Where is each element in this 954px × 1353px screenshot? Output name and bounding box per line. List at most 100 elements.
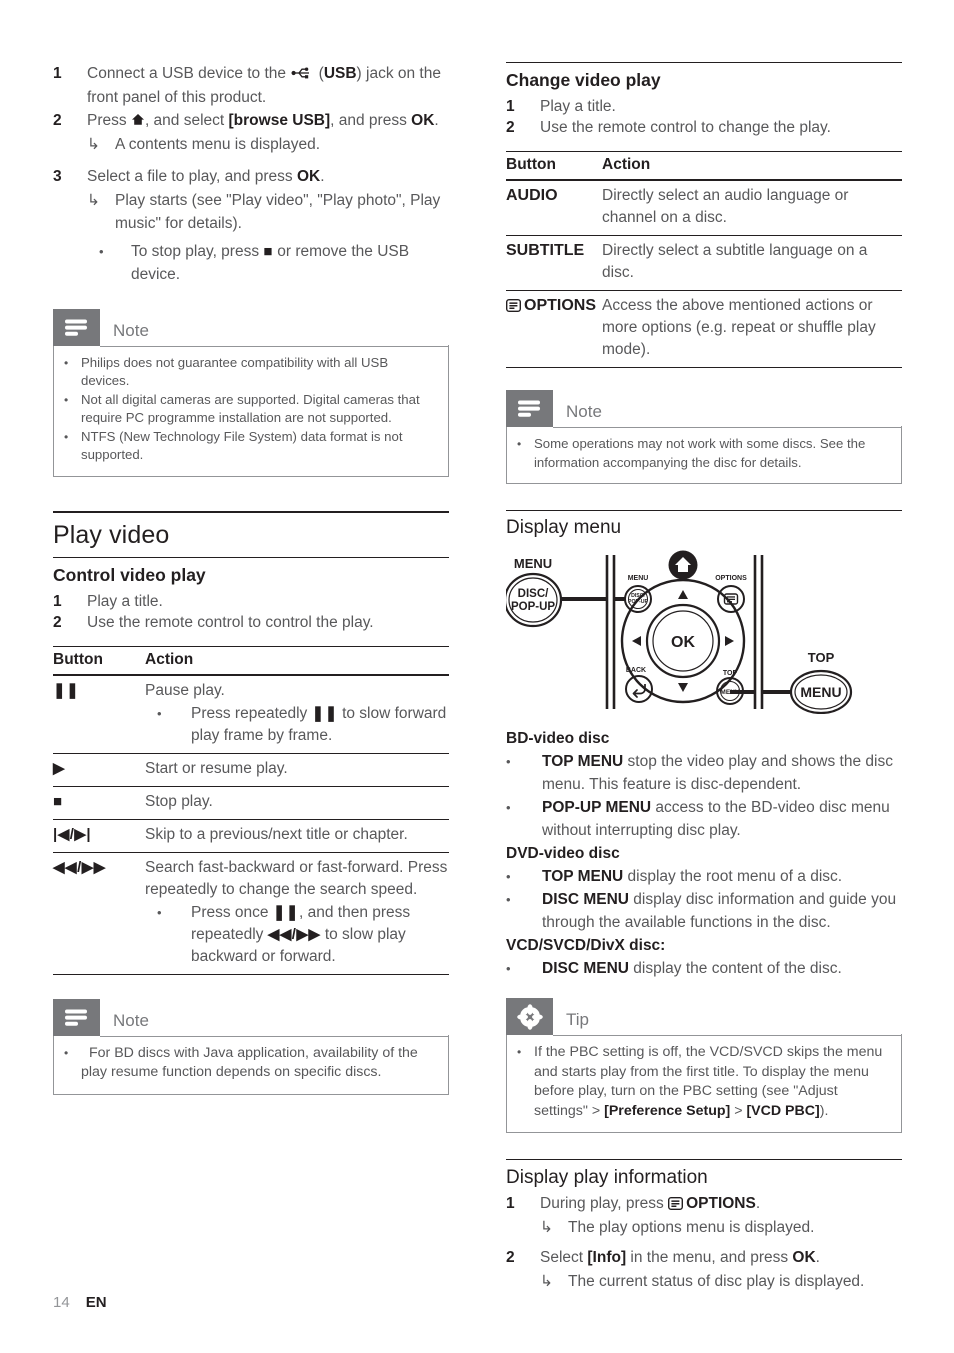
table-row: ■ Stop play. [53, 786, 449, 820]
skip-prev-next-icon: |◀/▶| [53, 819, 145, 853]
disc-item-text: TOP MENU display the root menu of a disc… [542, 865, 902, 888]
tip-pbc-list: • If the PBC setting is off, the VCD/SVC… [517, 1043, 887, 1121]
step-3: 3 Select a file to play, and press OK. ↳… [53, 165, 449, 287]
disc-popup-inner-line2: POP-UP [628, 599, 648, 605]
tip-item-text: If the PBC setting is off, the VCD/SVCD … [534, 1043, 887, 1121]
pause-icon: ❚❚ [53, 674, 145, 754]
tip-pbc-body: • If the PBC setting is off, the VCD/SVC… [506, 1034, 902, 1133]
audio-label: AUDIO [506, 187, 558, 204]
options-icon [668, 1196, 684, 1210]
arrow-icon: ↳ [540, 1272, 553, 1290]
options-inner-label: OPTIONS [715, 575, 747, 582]
note-icon-glyph [65, 1009, 87, 1026]
change-video-play-heading: Change video play [506, 70, 661, 90]
top-inner-label: TOP [723, 670, 738, 677]
note-icon [53, 998, 100, 1036]
step-number: 2 [53, 112, 62, 129]
dvd-video-disc-group: DVD-video disc • TOP MENU display the roo… [506, 842, 902, 934]
action-sub-text: Press once ❚❚, and then press repeatedly… [191, 902, 449, 968]
play-video-section: Play video Control video play 1 Play a t… [53, 510, 449, 633]
disc-item-bold: TOP MENU [542, 753, 624, 770]
step-text: Select a file to play, and press OK. ↳ P… [87, 165, 449, 287]
stop-icon: ■ [263, 242, 273, 260]
list-item: • DISC MENU display disc information and … [506, 888, 902, 934]
bullet-dot: • [517, 437, 522, 451]
rewind-forward-icon: ◀◀/▶▶ [53, 852, 145, 975]
display-play-information-section: Display play information 1 During play, … [506, 1159, 902, 1293]
step-text: Play a title. [540, 98, 616, 115]
disc-heading: BD-video disc [506, 730, 610, 747]
note-icon-glyph [518, 400, 540, 417]
stop-icon: ■ [53, 786, 145, 820]
search-glyph: ◀◀/▶▶ [53, 858, 106, 876]
step-text: During play, press OPTIONS. ↳ The play o… [540, 1192, 902, 1239]
ok-bold: OK [411, 112, 435, 129]
arrow-icon: ↳ [87, 135, 100, 153]
bullet-dot: • [64, 355, 69, 370]
subsection-rule [506, 62, 902, 63]
subtitle-button-label: SUBTITLE [506, 235, 603, 291]
top-menu-inner-label: MENU [720, 689, 739, 696]
step-number: 3 [53, 168, 62, 185]
pause-icon: ❚❚ [272, 903, 299, 921]
display-menu-heading: Display menu [506, 517, 622, 538]
step-text: Connect a USB device to the (USB) jack o… [87, 62, 449, 109]
note-bd-header: Note [53, 998, 449, 1036]
table-row: ◀◀/▶▶ Search fast-backward or fast-forwa… [53, 852, 449, 975]
menu-inner-label: MENU [628, 575, 649, 582]
step-text-end: . [815, 1249, 820, 1266]
display-play-information-heading: Display play information [506, 1167, 708, 1188]
table-cell-action: Stop play. [145, 786, 449, 820]
step-number: 1 [506, 98, 515, 115]
action-text: Search fast-backward or fast-forward. Pr… [145, 858, 448, 898]
note-bd-callout: Note • For BD discs with Java application… [53, 998, 449, 1095]
arrow-icon: ↳ [87, 191, 100, 209]
step-text-end: . [320, 168, 325, 185]
left-column: 1 Connect a USB device to the (USB) jack… [53, 62, 449, 1095]
column-header-action: Action [602, 151, 902, 181]
control-step-2: 2 Use the remote control to control the … [53, 612, 449, 633]
disc-item-desc: display the root menu of a disc. [623, 868, 843, 885]
disc-item-bold: DISC MENU [542, 891, 629, 908]
nav-down-icon [678, 683, 688, 692]
arrow-note-text: The current status of disc play is displ… [568, 1272, 865, 1290]
note-operations-list: • Some operations may not work with some … [517, 435, 887, 472]
play-icon: ▶ [53, 753, 145, 787]
disc-popup-callout-button [503, 572, 563, 628]
step-text: Use the remote control to control the pl… [87, 613, 374, 631]
action-text: Pause play. [145, 681, 225, 699]
tip-pbc-title: Tip [566, 1010, 589, 1029]
table-cell-action: Skip to a previous/next title or chapter… [145, 819, 449, 853]
table-cell-action: Pause play. • Press repeatedly ❚❚ to slo… [145, 674, 449, 754]
note-icon [53, 308, 100, 346]
nav-right-icon [725, 636, 734, 646]
note-usb-header: Note [53, 308, 449, 346]
column-header-action: Action [145, 645, 449, 676]
back-inner-label: BACK [626, 667, 646, 674]
table-row: |◀/▶| Skip to a previous/next title or c… [53, 819, 449, 853]
note-icon [506, 390, 553, 427]
note-bd-title: Note [113, 1010, 149, 1030]
subsection-rule [53, 556, 449, 558]
tip-icon [506, 998, 553, 1035]
tip-bold-vcd-pbc: [VCD PBC] [746, 1102, 820, 1119]
info-step-1: 1 During play, press OPTIONS. ↳ The play… [506, 1192, 902, 1239]
list-item: • TOP MENU stop the video play and shows … [506, 750, 902, 796]
tip-text-e: ). [819, 1102, 829, 1119]
bd-video-disc-group: BD-video disc • TOP MENU stop the video p… [506, 727, 902, 842]
disc-item-text: DISC MENU display disc information and g… [542, 888, 902, 934]
bullet-dot: • [157, 705, 162, 721]
step-3-arrow-note: ↳ Play starts (see "Play video", "Play p… [87, 189, 449, 236]
dot-note-before: To stop play, press [131, 242, 264, 260]
step-text-mid: ( [314, 65, 324, 82]
back-button [625, 675, 653, 703]
table-row: AUDIO Directly select an audio language … [506, 180, 902, 236]
disc-item-bold: TOP MENU [542, 868, 624, 885]
pause-icon: ❚❚ [311, 704, 338, 722]
options-button-label: OPTIONS [505, 290, 603, 368]
disc-item-text: POP-UP MENU access to the BD-video disc … [542, 796, 902, 842]
step-number: 1 [53, 65, 62, 82]
step-number: 1 [53, 592, 62, 610]
home-icon [131, 114, 144, 125]
step-number: 2 [506, 1249, 515, 1266]
